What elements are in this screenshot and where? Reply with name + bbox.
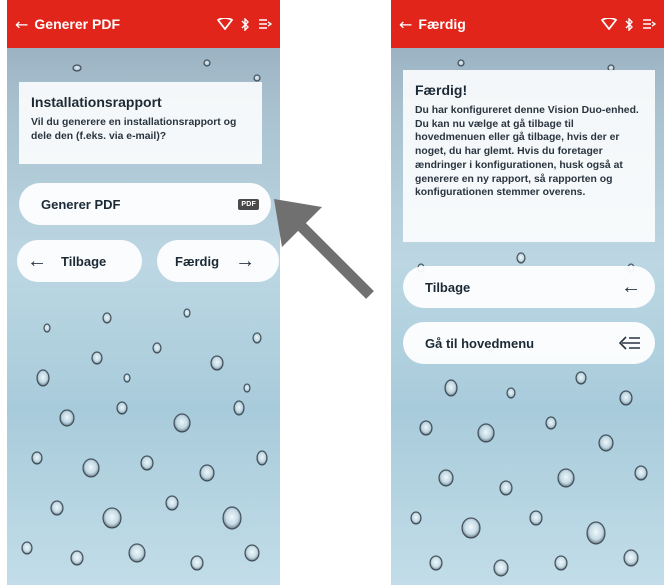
arrow-left-icon: ← <box>27 249 47 272</box>
battery-icon <box>643 19 656 29</box>
bluetooth-icon <box>241 17 249 31</box>
header-bar: ← Færdig <box>391 0 664 48</box>
header-title: Generer PDF <box>34 16 120 32</box>
bluetooth-icon <box>625 17 633 31</box>
card-title: Færdig! <box>415 82 468 98</box>
main-menu-label: Gå til hovedmenu <box>425 335 535 351</box>
pdf-icon: PDF <box>238 198 259 210</box>
arrow-left-icon: ← <box>621 275 641 298</box>
back-arrow-icon[interactable]: ← <box>399 15 412 34</box>
screen-generate-pdf: ← Generer PDF Installationsrapport Vil d… <box>7 0 280 585</box>
card-text: Du har konfigureret denne Vision Duo-enh… <box>415 105 639 199</box>
generate-pdf-label: Generer PDF <box>41 196 121 212</box>
battery-icon <box>259 19 272 29</box>
back-label: Tilbage <box>425 279 471 295</box>
back-arrow-icon[interactable]: ← <box>15 15 28 34</box>
back-button[interactable]: Tilbage ← <box>403 266 655 308</box>
card-title: Installationsrapport <box>31 94 162 110</box>
header-bar: ← Generer PDF <box>7 0 280 48</box>
done-label: Færdig <box>175 253 220 269</box>
back-label: Tilbage <box>61 253 107 269</box>
menu-return-icon <box>619 336 640 350</box>
header-title: Færdig <box>418 16 466 32</box>
main-menu-button[interactable]: Gå til hovedmenu <box>403 322 655 364</box>
report-card: Installationsrapport Vil du generere en … <box>19 82 262 164</box>
card-text: Vil du generere en installationsrapport … <box>31 117 237 142</box>
back-button[interactable]: ← Tilbage <box>17 240 142 282</box>
screen-done: ← Færdig Færdig! Du har konfigureret den… <box>391 0 664 585</box>
generate-pdf-button[interactable]: Generer PDF PDF <box>19 183 271 225</box>
arrow-right-icon: → <box>235 249 256 272</box>
done-card: Færdig! Du har konfigureret denne Vision… <box>403 70 655 242</box>
wifi-icon <box>217 18 233 30</box>
pointer-arrow-icon <box>274 199 374 299</box>
done-button[interactable]: Færdig → <box>157 240 279 282</box>
wifi-icon <box>601 18 617 30</box>
